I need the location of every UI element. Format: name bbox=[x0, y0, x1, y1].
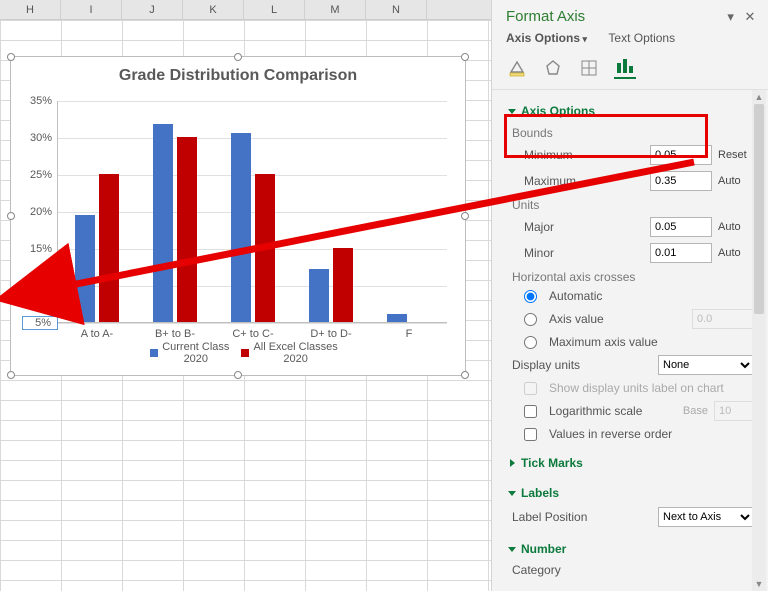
hcrosses-label: Horizontal axis crosses bbox=[510, 266, 754, 286]
format-axis-pane: Format Axis ▾ ✕ Axis Options Text Option… bbox=[491, 0, 768, 591]
column-header[interactable]: M bbox=[305, 0, 366, 19]
embedded-chart[interactable]: Grade Distribution Comparison 5%10%15%20… bbox=[10, 56, 466, 376]
axis-options-icon[interactable] bbox=[614, 57, 636, 79]
minor-auto-button[interactable]: Auto bbox=[718, 247, 754, 259]
units-label: Units bbox=[510, 194, 754, 214]
chart-title[interactable]: Grade Distribution Comparison bbox=[11, 67, 465, 85]
log-base-label: Base bbox=[683, 405, 708, 417]
major-label: Major bbox=[524, 220, 644, 234]
show-du-label-checkbox bbox=[524, 382, 537, 395]
y-axis-tick-label[interactable]: 15% bbox=[22, 243, 58, 255]
y-axis-tick-label[interactable]: 30% bbox=[22, 132, 58, 144]
maximum-auto-button[interactable]: Auto bbox=[718, 175, 754, 187]
hcrosses-axisvalue-input bbox=[692, 309, 754, 329]
column-header[interactable]: J bbox=[122, 0, 183, 19]
x-axis-category-label[interactable]: B+ to B- bbox=[136, 322, 214, 340]
hcrosses-axisvalue-label: Axis value bbox=[549, 312, 686, 326]
minimum-label: Minimum bbox=[524, 148, 644, 162]
x-axis-category-label[interactable]: F bbox=[370, 322, 448, 340]
show-du-label-label: Show display units label on chart bbox=[549, 381, 754, 395]
bar-series-0[interactable] bbox=[309, 269, 329, 322]
minor-label: Minor bbox=[524, 246, 644, 260]
minimum-reset-button[interactable]: Reset bbox=[718, 149, 754, 161]
pane-scroll-area: Axis Options Bounds Minimum Reset Maximu… bbox=[492, 90, 768, 591]
legend-entry[interactable]: All Excel Classes2020 bbox=[253, 341, 337, 365]
y-axis-tick-label[interactable]: 5% bbox=[22, 316, 58, 330]
column-header[interactable]: L bbox=[244, 0, 305, 19]
bar-series-1[interactable] bbox=[177, 137, 197, 322]
worksheet-area[interactable]: HIJKLMN Grade Distribution Comparison 5%… bbox=[0, 0, 491, 591]
label-position-label: Label Position bbox=[512, 510, 652, 524]
scrollbar-thumb[interactable] bbox=[754, 104, 764, 314]
pane-menu-icon[interactable]: ▾ bbox=[723, 9, 739, 25]
plot-area[interactable]: 5%10%15%20%25%30%35%A to A-B+ to B-C+ to… bbox=[57, 101, 447, 323]
axis-options-iconrow bbox=[492, 53, 768, 90]
hcrosses-automatic-radio[interactable] bbox=[524, 290, 537, 303]
bounds-label: Bounds bbox=[510, 122, 754, 142]
log-scale-label: Logarithmic scale bbox=[549, 404, 677, 418]
pane-close-icon[interactable]: ✕ bbox=[742, 9, 758, 25]
section-tick-marks[interactable]: Tick Marks bbox=[510, 452, 754, 474]
maximum-input[interactable] bbox=[650, 171, 712, 191]
x-axis-category-label[interactable]: D+ to D- bbox=[292, 322, 370, 340]
bar-series-1[interactable] bbox=[99, 174, 119, 322]
minimum-input[interactable] bbox=[650, 145, 712, 165]
major-auto-button[interactable]: Auto bbox=[718, 221, 754, 233]
maximum-label: Maximum bbox=[524, 174, 644, 188]
section-number[interactable]: Number bbox=[510, 538, 754, 560]
tab-axis-options[interactable]: Axis Options bbox=[506, 31, 587, 45]
display-units-label: Display units bbox=[512, 358, 652, 372]
section-axis-options[interactable]: Axis Options bbox=[510, 100, 754, 122]
size-properties-icon[interactable] bbox=[578, 57, 600, 79]
values-reverse-label: Values in reverse order bbox=[549, 427, 754, 441]
y-axis-tick-label[interactable]: 20% bbox=[22, 206, 58, 218]
column-headers: HIJKLMN bbox=[0, 0, 491, 20]
column-header[interactable]: K bbox=[183, 0, 244, 19]
effects-icon[interactable] bbox=[542, 57, 564, 79]
log-scale-checkbox[interactable] bbox=[524, 405, 537, 418]
hcrosses-max-radio[interactable] bbox=[524, 336, 537, 349]
column-header[interactable]: I bbox=[61, 0, 122, 19]
label-position-select[interactable]: Next to Axis bbox=[658, 507, 754, 527]
fill-line-icon[interactable] bbox=[506, 57, 528, 79]
minor-input[interactable] bbox=[650, 243, 712, 263]
bar-series-0[interactable] bbox=[387, 314, 407, 322]
display-units-select[interactable]: None bbox=[658, 355, 754, 375]
bar-series-0[interactable] bbox=[231, 133, 251, 322]
hcrosses-automatic-label: Automatic bbox=[549, 289, 754, 303]
column-header[interactable]: H bbox=[0, 0, 61, 19]
bar-series-0[interactable] bbox=[75, 215, 95, 322]
hcrosses-max-label: Maximum axis value bbox=[549, 335, 754, 349]
x-axis-category-label[interactable]: C+ to C- bbox=[214, 322, 292, 340]
bar-series-1[interactable] bbox=[333, 248, 353, 322]
column-header[interactable]: N bbox=[366, 0, 427, 19]
log-base-input bbox=[714, 401, 754, 421]
pane-title: Format Axis bbox=[506, 8, 715, 25]
major-input[interactable] bbox=[650, 217, 712, 237]
y-axis-tick-label[interactable]: 35% bbox=[22, 95, 58, 107]
y-axis-tick-label[interactable]: 10% bbox=[22, 280, 58, 292]
pane-scrollbar[interactable]: ▲ ▼ bbox=[752, 90, 766, 591]
section-labels[interactable]: Labels bbox=[510, 482, 754, 504]
legend-entry[interactable]: Current Class2020 bbox=[162, 341, 229, 365]
bar-series-0[interactable] bbox=[153, 124, 173, 322]
number-category-label: Category bbox=[512, 563, 754, 577]
chart-legend[interactable]: Current Class2020 All Excel Classes2020 bbox=[11, 341, 465, 365]
tab-text-options[interactable]: Text Options bbox=[608, 31, 675, 45]
y-axis-tick-label[interactable]: 25% bbox=[22, 169, 58, 181]
x-axis-category-label[interactable]: A to A- bbox=[58, 322, 136, 340]
bar-series-1[interactable] bbox=[255, 174, 275, 322]
hcrosses-axisvalue-radio[interactable] bbox=[524, 313, 537, 326]
values-reverse-checkbox[interactable] bbox=[524, 428, 537, 441]
